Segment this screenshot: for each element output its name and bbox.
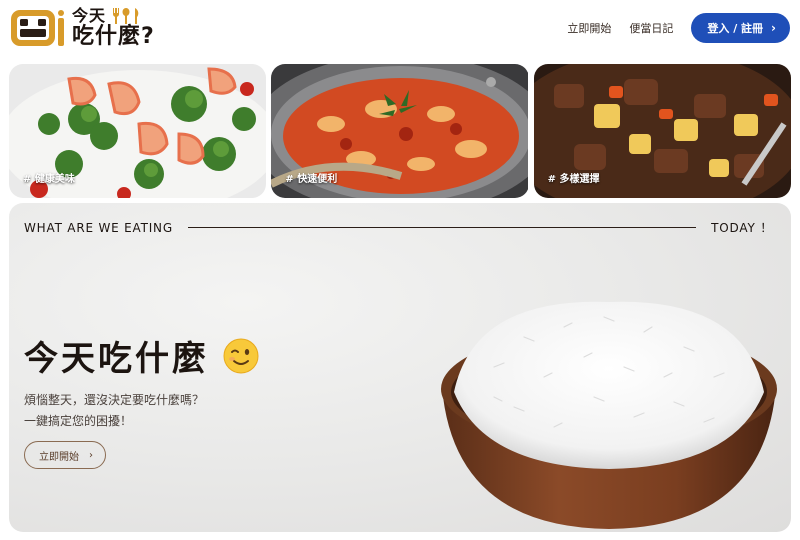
hero-left-label: WHAT ARE WE EATING	[24, 220, 173, 235]
logo-line1: 今天	[72, 6, 107, 25]
fork-icon	[113, 8, 120, 24]
divider	[187, 227, 697, 228]
logo[interactable]: 今天 吃什麼?	[10, 8, 155, 48]
card-tag-variety: # 多樣選擇	[547, 174, 600, 185]
knife-icon	[135, 8, 139, 24]
category-cards: # 健康美味 # 快速便利 # 多樣選擇	[9, 64, 791, 198]
login-button-label: 登入 / 註冊	[707, 22, 764, 35]
card-tag-healthy: # 健康美味	[23, 174, 75, 185]
hero-title: 今天吃什麼	[24, 339, 209, 379]
nav-diary[interactable]: 便當日記	[629, 20, 673, 36]
hero-subtitle: 煩惱整天，還沒決定要吃什麼嗎？ 一鍵搞定您的困擾！	[24, 390, 204, 432]
site-header: 今天 吃什麼? 立即開始 便當日記 登入 / 註冊 ›	[0, 0, 800, 58]
start-button[interactable]: 立即開始 ›	[24, 441, 106, 469]
hero-subtitle-line1: 煩惱整天，還沒決定要吃什麼嗎？	[24, 393, 205, 407]
hero-right-label: TODAY ！	[711, 221, 773, 235]
rice-bowl-image	[441, 301, 777, 529]
chevron-right-icon: ›	[89, 449, 93, 461]
chevron-right-icon: ›	[771, 21, 776, 35]
card-variety[interactable]: # 多樣選擇	[533, 64, 791, 198]
main-nav: 立即開始 便當日記 登入 / 註冊 ›	[567, 13, 790, 43]
winking-face-icon	[223, 338, 259, 373]
card-healthy[interactable]: # 健康美味	[9, 64, 267, 198]
bento-box-icon	[11, 10, 64, 46]
hero-label-bar: WHAT ARE WE EATING TODAY ！	[24, 219, 773, 236]
start-button-label: 立即開始	[39, 451, 79, 463]
hero-subtitle-line2: 一鍵搞定您的困擾！	[24, 414, 133, 428]
logo-line2: 吃什麼?	[72, 24, 155, 49]
card-tag-quick: # 快速便利	[285, 174, 338, 185]
hero-title-row: 今天吃什麼	[24, 331, 259, 380]
login-button[interactable]: 登入 / 註冊 ›	[691, 13, 790, 43]
nav-start[interactable]: 立即開始	[567, 20, 611, 36]
hero-section: WHAT ARE WE EATING TODAY ！ 今天吃什麼 煩惱整天，還沒…	[9, 203, 791, 532]
card-quick[interactable]: # 快速便利	[271, 64, 529, 198]
spoon-icon	[122, 8, 130, 24]
